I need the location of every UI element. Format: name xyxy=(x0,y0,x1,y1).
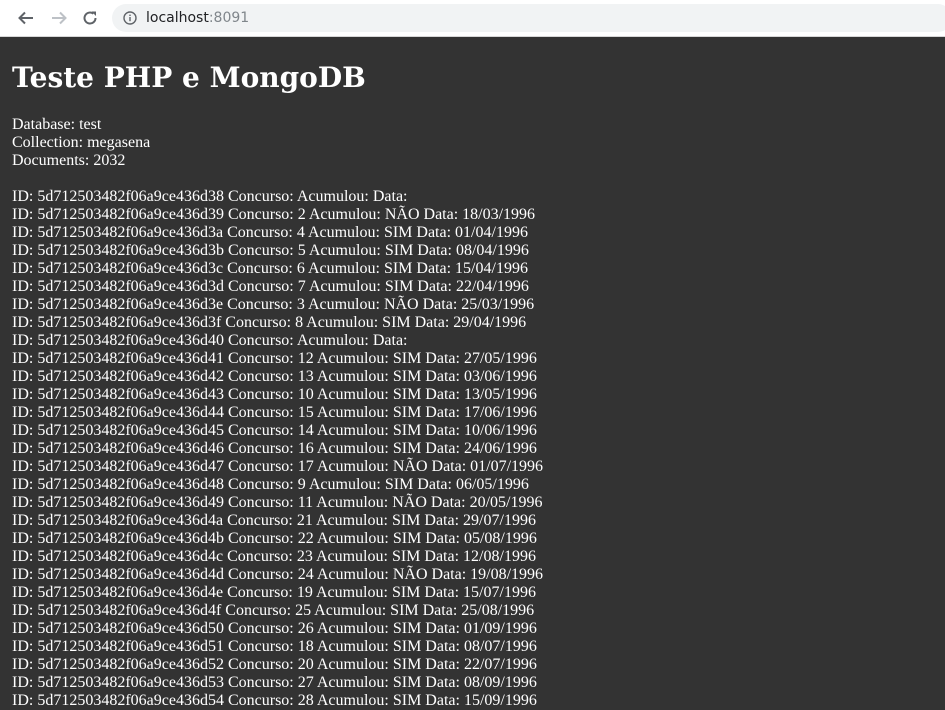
document-row: ID: 5d712503482f06a9ce436d3c Concurso: 6… xyxy=(12,260,528,277)
reload-button[interactable] xyxy=(78,6,102,30)
document-row: ID: 5d712503482f06a9ce436d4c Concurso: 2… xyxy=(12,548,536,565)
info-icon[interactable] xyxy=(123,11,137,25)
back-arrow-icon xyxy=(18,11,33,25)
document-row: ID: 5d712503482f06a9ce436d40 Concurso: A… xyxy=(12,332,408,349)
document-row: ID: 5d712503482f06a9ce436d43 Concurso: 1… xyxy=(12,386,537,403)
page-content: Teste PHP e MongoDB Database: test Colle… xyxy=(12,36,932,710)
document-row: ID: 5d712503482f06a9ce436d4f Concurso: 2… xyxy=(12,602,535,619)
document-row: ID: 5d712503482f06a9ce436d51 Concurso: 1… xyxy=(12,638,537,655)
document-row: ID: 5d712503482f06a9ce436d50 Concurso: 2… xyxy=(12,620,537,637)
document-row: ID: 5d712503482f06a9ce436d44 Concurso: 1… xyxy=(12,404,537,421)
document-row: ID: 5d712503482f06a9ce436d53 Concurso: 2… xyxy=(12,674,537,691)
document-row: ID: 5d712503482f06a9ce436d45 Concurso: 1… xyxy=(12,422,537,439)
address-bar[interactable]: localhost:8091 xyxy=(112,4,945,32)
document-row: ID: 5d712503482f06a9ce436d52 Concurso: 2… xyxy=(12,656,537,673)
document-row: ID: 5d712503482f06a9ce436d47 Concurso: 1… xyxy=(12,458,544,475)
document-row: ID: 5d712503482f06a9ce436d4b Concurso: 2… xyxy=(12,530,537,547)
document-row: ID: 5d712503482f06a9ce436d4a Concurso: 2… xyxy=(12,512,536,529)
url-host: localhost xyxy=(146,10,209,26)
document-row: ID: 5d712503482f06a9ce436d3a Concurso: 4… xyxy=(12,224,528,241)
document-list: ID: 5d712503482f06a9ce436d38 Concurso: A… xyxy=(12,188,932,710)
document-row: ID: 5d712503482f06a9ce436d41 Concurso: 1… xyxy=(12,350,537,367)
document-row: ID: 5d712503482f06a9ce436d3d Concurso: 7… xyxy=(12,278,529,295)
browser-toolbar: localhost:8091 xyxy=(0,0,945,37)
forward-button[interactable] xyxy=(47,6,71,30)
url-text[interactable]: localhost:8091 xyxy=(146,4,249,32)
document-row: ID: 5d712503482f06a9ce436d48 Concurso: 9… xyxy=(12,476,529,493)
database-label: Database: test xyxy=(12,116,102,133)
url-port: :8091 xyxy=(208,10,250,26)
document-row: ID: 5d712503482f06a9ce436d49 Concurso: 1… xyxy=(12,494,543,511)
forward-arrow-icon xyxy=(52,11,67,25)
document-row: ID: 5d712503482f06a9ce436d42 Concurso: 1… xyxy=(12,368,537,385)
document-row: ID: 5d712503482f06a9ce436d39 Concurso: 2… xyxy=(12,206,536,223)
document-row: ID: 5d712503482f06a9ce436d4e Concurso: 1… xyxy=(12,584,536,601)
collection-label: Collection: megasena xyxy=(12,134,151,151)
document-row: ID: 5d712503482f06a9ce436d54 Concurso: 2… xyxy=(12,692,537,709)
page-title: Teste PHP e MongoDB xyxy=(12,61,366,94)
document-row: ID: 5d712503482f06a9ce436d3b Concurso: 5… xyxy=(12,242,529,259)
reload-icon xyxy=(83,11,97,25)
document-row: ID: 5d712503482f06a9ce436d3e Concurso: 3… xyxy=(12,296,535,313)
document-row: ID: 5d712503482f06a9ce436d4d Concurso: 2… xyxy=(12,566,544,583)
back-button[interactable] xyxy=(14,6,38,30)
document-row: ID: 5d712503482f06a9ce436d46 Concurso: 1… xyxy=(12,440,537,457)
documents-count: Documents: 2032 xyxy=(12,152,126,169)
document-row: ID: 5d712503482f06a9ce436d38 Concurso: A… xyxy=(12,188,408,205)
collection-info: Database: test Collection: megasena Docu… xyxy=(12,116,932,170)
document-row: ID: 5d712503482f06a9ce436d3f Concurso: 8… xyxy=(12,314,527,331)
